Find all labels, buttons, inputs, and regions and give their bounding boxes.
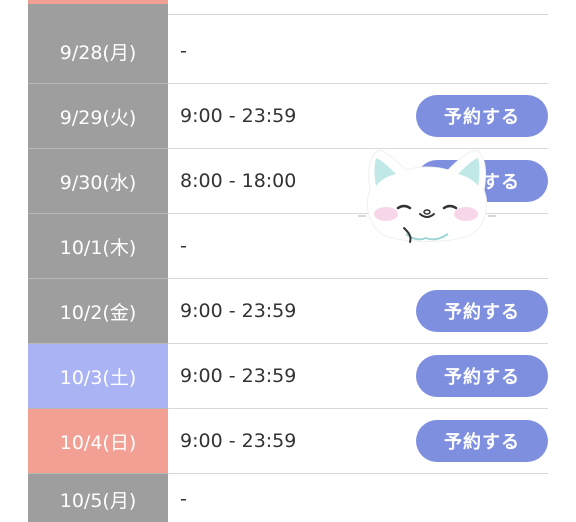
schedule-row: 10/5(月) -	[28, 474, 548, 522]
hours-cell: 9:00 - 23:59 予約する	[168, 84, 548, 148]
hours-cell: 9:00 - 23:59 予約する	[168, 279, 548, 343]
reserve-button[interactable]: 予約する	[416, 290, 548, 332]
schedule-table: 9/28(月) - 9/29(火) 9:00 - 23:59 予約する 9/30…	[28, 0, 548, 522]
reserve-button[interactable]: 予約する	[416, 355, 548, 397]
date-cell: 9/30(水)	[28, 149, 168, 214]
hours-text: -	[180, 235, 187, 257]
date-cell: 10/2(金)	[28, 279, 168, 344]
page: 9/28(月) - 9/29(火) 9:00 - 23:59 予約する 9/30…	[0, 0, 576, 522]
hours-text: -	[180, 40, 187, 62]
hours-cell: 9:00 - 23:59 予約する	[168, 409, 548, 473]
hours-text: 9:00 - 23:59	[180, 300, 297, 322]
previous-row-edge	[28, 0, 548, 19]
hours-text: 9:00 - 23:59	[180, 105, 297, 127]
schedule-row: 10/3(土) 9:00 - 23:59 予約する	[28, 344, 548, 409]
date-cell: 9/29(火)	[28, 84, 168, 149]
hours-text: -	[180, 488, 187, 510]
hours-cell: -	[168, 19, 548, 83]
schedule-row: 9/28(月) -	[28, 19, 548, 84]
divider	[168, 14, 548, 15]
schedule-row: 9/29(火) 9:00 - 23:59 予約する	[28, 84, 548, 149]
cat-mascot-icon	[358, 149, 496, 243]
hours-cell: -	[168, 474, 548, 522]
schedule-row: 10/4(日) 9:00 - 23:59 予約する	[28, 409, 548, 474]
date-cell-saturday: 10/3(土)	[28, 344, 168, 409]
reserve-button[interactable]: 予約する	[416, 420, 548, 462]
hours-text: 9:00 - 23:59	[180, 365, 297, 387]
date-cell-sunday: 10/4(日)	[28, 409, 168, 474]
schedule-row: 10/2(金) 9:00 - 23:59 予約する	[28, 279, 548, 344]
date-cell: 9/28(月)	[28, 19, 168, 84]
reserve-button[interactable]: 予約する	[416, 95, 548, 137]
date-cell: 10/1(木)	[28, 214, 168, 279]
previous-date-cell	[28, 0, 168, 19]
date-cell: 10/5(月)	[28, 474, 168, 522]
hours-text: 8:00 - 18:00	[180, 170, 297, 192]
hours-text: 9:00 - 23:59	[180, 430, 297, 452]
hours-cell: 9:00 - 23:59 予約する	[168, 344, 548, 408]
